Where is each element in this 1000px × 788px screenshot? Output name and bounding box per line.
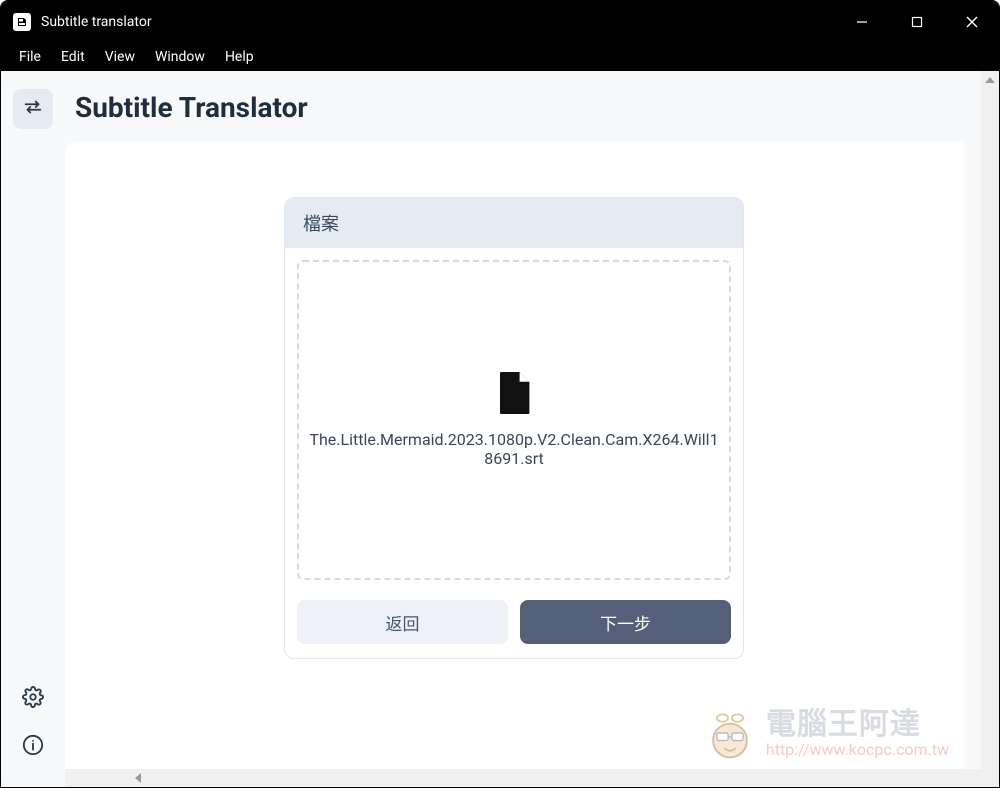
swap-icon — [22, 96, 44, 122]
content-area: 檔案 The — [65, 142, 963, 769]
watermark: 電腦王阿達 http://www.kocpc.com.tw — [700, 703, 949, 763]
close-button[interactable] — [944, 1, 999, 43]
menu-bar: File Edit View Window Help — [1, 43, 999, 71]
next-button[interactable]: 下一步 — [520, 600, 731, 644]
scroll-left-icon — [135, 773, 141, 783]
window-frame: Subtitle translator File Edit View Windo… — [0, 0, 1000, 788]
info-icon — [22, 734, 44, 760]
minimize-button[interactable] — [834, 1, 889, 43]
nav-translate-button[interactable] — [13, 89, 53, 129]
file-card: 檔案 The — [284, 197, 744, 659]
page-title: Subtitle Translator — [65, 71, 981, 142]
scroll-up-icon — [985, 77, 995, 83]
gear-icon — [22, 686, 44, 712]
file-dropzone[interactable]: The.Little.Mermaid.2023.1080p.V2.Clean.C… — [297, 260, 731, 580]
menu-file[interactable]: File — [9, 46, 51, 68]
file-name: The.Little.Mermaid.2023.1080p.V2.Clean.C… — [309, 430, 719, 468]
title-bar[interactable]: Subtitle translator — [1, 1, 999, 43]
watermark-url: http://www.kocpc.com.tw — [766, 741, 949, 759]
watermark-title: 電腦王阿達 — [766, 708, 949, 741]
back-button[interactable]: 返回 — [297, 600, 508, 644]
app-body: Subtitle Translator 檔案 — [1, 71, 999, 787]
title-bar-text: Subtitle translator — [41, 14, 834, 30]
menu-view[interactable]: View — [95, 46, 145, 68]
file-card-header: 檔案 — [285, 198, 743, 248]
watermark-face-icon — [700, 703, 760, 763]
vertical-scrollbar[interactable] — [981, 71, 999, 769]
about-button[interactable] — [13, 727, 53, 767]
menu-help[interactable]: Help — [215, 46, 264, 68]
menu-edit[interactable]: Edit — [51, 46, 95, 68]
settings-button[interactable] — [13, 679, 53, 719]
sidebar — [1, 71, 65, 787]
main-content: Subtitle Translator 檔案 — [65, 71, 981, 769]
file-icon — [496, 372, 532, 414]
horizontal-scrollbar[interactable] — [65, 769, 999, 787]
menu-window[interactable]: Window — [145, 46, 215, 68]
window-controls — [834, 1, 999, 43]
maximize-button[interactable] — [889, 1, 944, 43]
app-icon — [13, 13, 31, 31]
